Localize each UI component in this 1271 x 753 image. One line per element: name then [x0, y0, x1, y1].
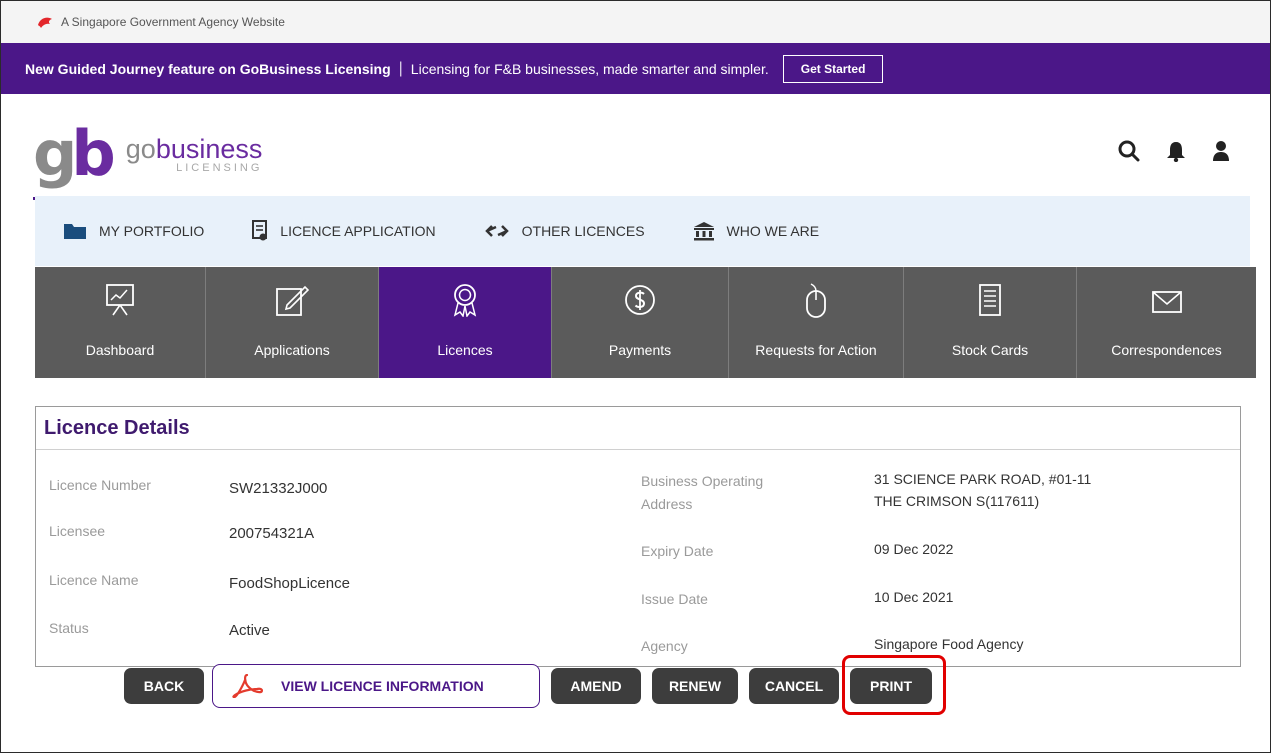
- tile-correspondences[interactable]: Correspondences: [1077, 267, 1256, 378]
- agency-label: Agency: [641, 638, 688, 654]
- licence-details-panel: Licence Details Licence Number SW21332J0…: [35, 406, 1241, 667]
- presentation-icon: [106, 284, 134, 316]
- business-address-label-line1: Business Operating: [641, 473, 764, 489]
- view-licence-information-button[interactable]: VIEW LICENCE INFORMATION: [212, 664, 540, 708]
- promo-subtitle: Licensing for F&B businesses, made smart…: [410, 60, 769, 77]
- mouse-icon: [806, 283, 826, 318]
- gov-banner: A Singapore Government Agency Website: [1, 1, 1270, 43]
- tile-requests-for-action-label: Requests for Action: [755, 342, 877, 358]
- tile-payments-label: Payments: [608, 342, 672, 358]
- promo-banner: New Guided Journey feature on GoBusiness…: [1, 43, 1270, 94]
- action-bar: BACK VIEW LICENCE INFORMATION AMEND RENE…: [124, 664, 932, 708]
- nav-licence-application-label: LICENCE APPLICATION: [280, 223, 436, 239]
- licence-name-label: Licence Name: [49, 572, 139, 588]
- tile-applications-label: Applications: [254, 342, 330, 358]
- site-header: g b gobusiness LICENSING: [1, 94, 1270, 200]
- folder-icon: [64, 224, 86, 239]
- nav-licence-application[interactable]: LICENCE APPLICATION: [252, 220, 436, 242]
- status-value: Active: [229, 622, 270, 639]
- tile-applications[interactable]: Applications: [206, 267, 379, 378]
- module-tiles: Dashboard Applications Licences Payments…: [35, 267, 1256, 378]
- status-label: Status: [49, 620, 89, 636]
- logo-mark-b: b: [71, 117, 116, 190]
- nav-my-portfolio[interactable]: MY PORTFOLIO: [63, 222, 204, 240]
- user-icon[interactable]: [1212, 140, 1230, 162]
- header-icons: [1118, 140, 1230, 162]
- dollar-icon: [625, 285, 655, 315]
- business-address-label-line2: Address: [641, 496, 693, 512]
- licence-details-header: Licence Details: [36, 407, 1240, 450]
- back-button[interactable]: BACK: [124, 668, 204, 704]
- business-address-value-line2: THE CRIMSON S(117611): [874, 493, 1040, 509]
- expiry-date-label: Expiry Date: [641, 543, 714, 559]
- tile-dashboard-label: Dashboard: [85, 342, 155, 358]
- nav-my-portfolio-label: MY PORTFOLIO: [99, 223, 205, 239]
- exchange-icon: [484, 225, 509, 237]
- logo-word-business: business: [155, 134, 263, 164]
- business-address-value-line1: 31 SCIENCE PARK ROAD, #01-11: [874, 471, 1092, 487]
- promo-separator: |: [398, 59, 403, 77]
- licensee-value: 200754321A: [229, 525, 315, 542]
- licence-name-value: FoodShopLicence: [229, 575, 350, 592]
- award-icon: [453, 284, 477, 317]
- renew-button[interactable]: RENEW: [652, 668, 738, 704]
- nav-other-licences[interactable]: OTHER LICENCES: [484, 223, 645, 239]
- tile-stock-cards[interactable]: Stock Cards: [904, 267, 1077, 378]
- nav-who-we-are-label: WHO WE ARE: [726, 223, 820, 239]
- print-button-highlight: [842, 655, 946, 715]
- logo-word-go: go: [125, 134, 156, 164]
- tile-requests-for-action[interactable]: Requests for Action: [729, 267, 904, 378]
- browser-frame: A Singapore Government Agency Website Ne…: [0, 0, 1271, 753]
- tile-correspondences-label: Correspondences: [1111, 342, 1222, 358]
- bell-icon[interactable]: [1166, 140, 1186, 162]
- licensee-label: Licensee: [49, 523, 106, 539]
- tile-stock-cards-label: Stock Cards: [951, 342, 1029, 358]
- get-started-button[interactable]: Get Started: [782, 54, 884, 83]
- view-licence-information-label: VIEW LICENCE INFORMATION: [281, 678, 484, 694]
- amend-button[interactable]: AMEND: [551, 668, 641, 704]
- tile-licences-label: Licences: [437, 342, 493, 358]
- list-document-icon: [979, 284, 1001, 316]
- logo-word-licensing: LICENSING: [176, 162, 263, 174]
- search-icon[interactable]: [1118, 140, 1140, 162]
- issue-date-label: Issue Date: [641, 591, 708, 607]
- edit-icon: [276, 285, 309, 316]
- licence-details-title: Licence Details: [44, 416, 190, 439]
- pdf-icon: [232, 674, 263, 698]
- issue-date-value: 10 Dec 2021: [874, 589, 954, 605]
- envelope-icon: [1151, 291, 1182, 313]
- logo-mark-g: g: [33, 117, 77, 190]
- document-icon: [252, 220, 268, 241]
- gobusiness-logo[interactable]: g b gobusiness LICENSING: [33, 117, 263, 190]
- tile-dashboard[interactable]: Dashboard: [35, 267, 206, 378]
- lion-head-icon: [38, 17, 52, 28]
- tile-licences[interactable]: Licences: [379, 267, 552, 378]
- agency-value: Singapore Food Agency: [874, 636, 1024, 652]
- gov-banner-text: A Singapore Government Agency Website: [61, 15, 285, 29]
- tile-payments[interactable]: Payments: [552, 267, 729, 378]
- building-icon: [693, 222, 714, 241]
- nav-other-licences-label: OTHER LICENCES: [521, 223, 645, 239]
- licence-number-value: SW21332J000: [229, 480, 328, 497]
- licence-number-label: Licence Number: [49, 477, 151, 493]
- expiry-date-value: 09 Dec 2022: [874, 541, 954, 557]
- nav-who-we-are[interactable]: WHO WE ARE: [693, 221, 820, 241]
- promo-title: New Guided Journey feature on GoBusiness…: [25, 60, 391, 77]
- cancel-button[interactable]: CANCEL: [749, 668, 839, 704]
- top-nav: MY PORTFOLIO LICENCE APPLICATION OTHER L…: [35, 196, 1250, 266]
- logo-wordmark: gobusiness LICENSING: [125, 134, 263, 175]
